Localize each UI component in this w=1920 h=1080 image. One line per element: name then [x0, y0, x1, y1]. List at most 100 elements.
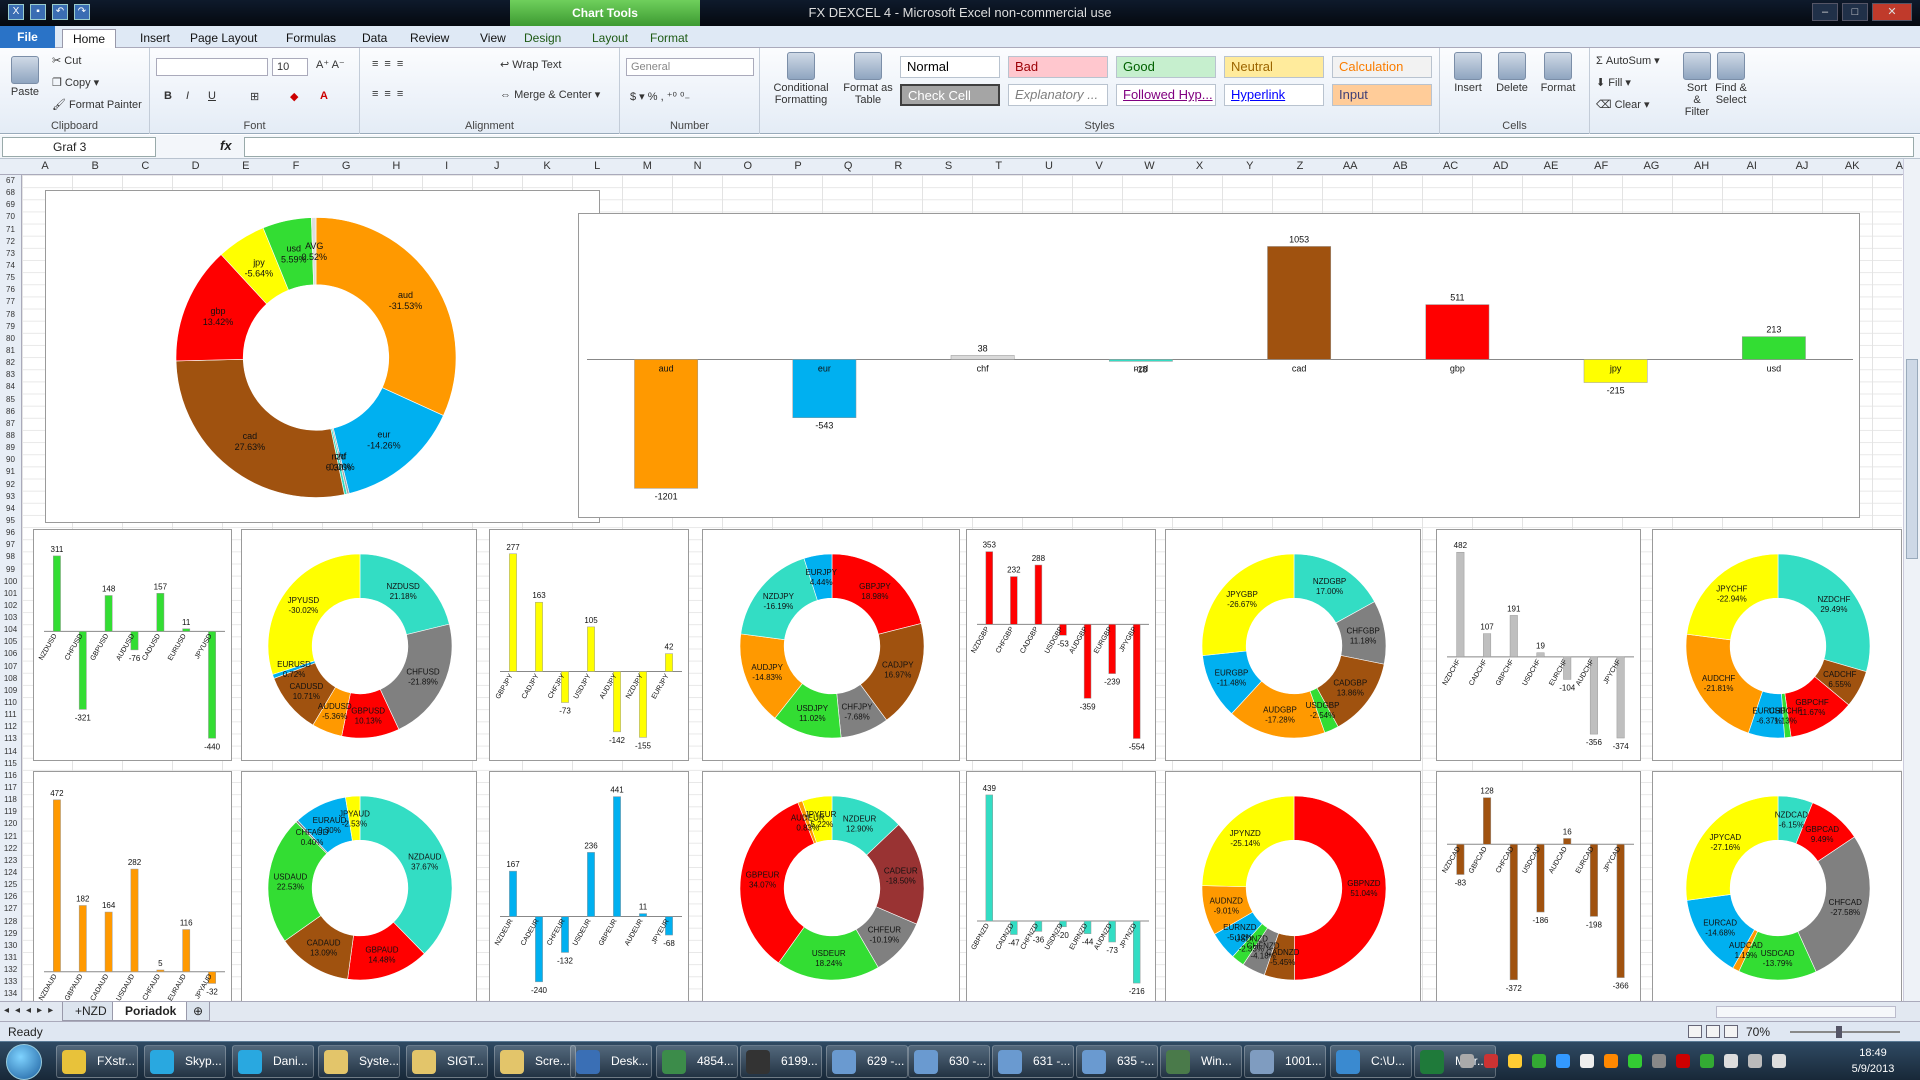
row-header[interactable]: 79	[0, 321, 21, 333]
pie-slice-aud[interactable]	[315, 217, 457, 416]
row-header[interactable]: 80	[0, 333, 21, 345]
bar-eurjpy[interactable]	[665, 653, 673, 672]
row-header[interactable]: 75	[0, 272, 21, 284]
column-header-e[interactable]: E	[223, 160, 269, 172]
chart-eur-pie[interactable]: NZDEUR 12.90% CADEUR -18.50% CHFEUR -10.19% US…	[702, 771, 960, 1001]
column-header-m[interactable]: M	[624, 160, 670, 172]
row-header[interactable]: 111	[0, 709, 21, 721]
tray-icon[interactable]	[1460, 1054, 1474, 1068]
row-header[interactable]: 117	[0, 782, 21, 794]
format-painter-button[interactable]: 🖌 Format Painter	[52, 98, 142, 111]
style-normal[interactable]: Normal	[900, 56, 1000, 78]
row-header[interactable]: 119	[0, 806, 21, 818]
style-explanatory-[interactable]: Explanatory ...	[1008, 84, 1108, 106]
column-header-ak[interactable]: AK	[1829, 160, 1875, 172]
row-header[interactable]: 96	[0, 527, 21, 539]
cut-button[interactable]: ✂ Cut	[52, 54, 81, 67]
sheet-nav-arrows[interactable]: ◂◂◂▸▸	[4, 1005, 59, 1016]
bar-cadgbp[interactable]	[1034, 564, 1043, 625]
zoom-slider-handle[interactable]	[1836, 1026, 1842, 1038]
tab-review[interactable]: Review	[400, 29, 459, 48]
maximize-button[interactable]: □	[1842, 3, 1868, 21]
new-sheet-icon[interactable]: ⊕	[186, 1002, 211, 1021]
column-header-r[interactable]: R	[875, 160, 921, 172]
taskbar-item-c-u[interactable]: C:\U...	[1330, 1045, 1412, 1078]
row-header[interactable]: 69	[0, 199, 21, 211]
scroll-thumb[interactable]	[1906, 359, 1918, 559]
chart-total-pie[interactable]: aud -31.53% eur -14.26% chf -0.00% nzd 0.30% cad…	[45, 190, 600, 523]
row-header[interactable]: 102	[0, 600, 21, 612]
bar-gbpchf[interactable]	[1509, 615, 1518, 658]
style-bad[interactable]: Bad	[1008, 56, 1108, 78]
column-header-n[interactable]: N	[675, 160, 721, 172]
row-header[interactable]: 133	[0, 976, 21, 988]
bar-aud[interactable]	[634, 359, 699, 489]
bar-cadchf[interactable]	[1483, 633, 1492, 658]
column-header-aa[interactable]: AA	[1327, 160, 1373, 172]
row-header[interactable]: 118	[0, 794, 21, 806]
bar-chf[interactable]	[950, 355, 1015, 360]
insert-cells-button[interactable]: Insert	[1448, 52, 1488, 94]
row-header[interactable]: 104	[0, 624, 21, 636]
row-header[interactable]: 87	[0, 418, 21, 430]
tab-file[interactable]: File	[0, 26, 55, 48]
border-icon[interactable]: ⊞	[250, 90, 259, 103]
column-header-a[interactable]: A	[22, 160, 68, 172]
bar-nzdeur[interactable]	[509, 870, 517, 917]
row-header[interactable]: 105	[0, 636, 21, 648]
conditional-formatting-button[interactable]: Conditional Formatting	[766, 52, 836, 106]
name-box[interactable]: Graf 3	[2, 137, 156, 157]
find-select-button[interactable]: Find & Select	[1714, 52, 1748, 106]
chart-jpy-bar[interactable]: 277 GBPJPY 163 CADJPY -73 CHFJPY 105 USDJPY -142…	[489, 529, 689, 761]
row-header[interactable]: 72	[0, 236, 21, 248]
paste-button[interactable]: Paste	[8, 56, 42, 98]
row-header[interactable]: 103	[0, 612, 21, 624]
bar-nzdgbp[interactable]	[985, 551, 993, 625]
formula-input[interactable]	[244, 137, 1914, 157]
row-header[interactable]: 71	[0, 224, 21, 236]
row-header[interactable]: 70	[0, 211, 21, 223]
font-size-box[interactable]: 10	[272, 58, 308, 76]
sheet-tab-poriadok[interactable]: Poriadok	[112, 1002, 190, 1021]
row-header[interactable]: 110	[0, 697, 21, 709]
tab-format[interactable]: Format	[640, 29, 698, 48]
number-format-box[interactable]: General	[626, 58, 754, 76]
bar-usdeur[interactable]	[587, 852, 595, 917]
chart-nzd-pie[interactable]: GBPNZD 51.04% CADNZD -5.45% CHFNZD -4.18% USDN…	[1165, 771, 1421, 1001]
column-header-l[interactable]: L	[574, 160, 620, 172]
bar-nzdchf[interactable]	[1456, 551, 1465, 658]
row-header[interactable]: 88	[0, 430, 21, 442]
font-grow-icon[interactable]: A⁺ A⁻	[316, 58, 345, 71]
column-header-f[interactable]: F	[273, 160, 319, 172]
bar-usd[interactable]	[1741, 336, 1806, 360]
worksheet-grid[interactable]: aud -31.53% eur -14.26% chf -0.00% nzd 0.30% cad…	[22, 175, 1902, 1001]
tab-insert[interactable]: Insert	[130, 29, 180, 48]
bold-button[interactable]: B	[164, 90, 172, 102]
row-header[interactable]: 97	[0, 539, 21, 551]
column-header-s[interactable]: S	[926, 160, 972, 172]
chart-usd-bar[interactable]: 311 NZDUSD -321 CHFUSD 148 GBPUSD -76 AUDUSD 157…	[33, 529, 232, 761]
row-header[interactable]: 132	[0, 964, 21, 976]
column-header-ab[interactable]: AB	[1377, 160, 1423, 172]
clock[interactable]: 18:49 5/9/2013	[1838, 1045, 1908, 1077]
taskbar-item-fxstr[interactable]: FXstr...	[56, 1045, 138, 1078]
clear-button[interactable]: ⌫ Clear ▾	[1596, 98, 1650, 111]
tab-layout[interactable]: Layout	[582, 29, 638, 48]
row-header[interactable]: 108	[0, 673, 21, 685]
column-header-ac[interactable]: AC	[1428, 160, 1474, 172]
style-neutral[interactable]: Neutral	[1224, 56, 1324, 78]
taskbar-item-635[interactable]: 635 -...	[1076, 1045, 1158, 1078]
bar-gbp[interactable]	[1425, 304, 1490, 360]
row-header[interactable]: 128	[0, 916, 21, 928]
tray-icon[interactable]	[1556, 1054, 1570, 1068]
row-header[interactable]: 83	[0, 369, 21, 381]
pie-slice-cad[interactable]	[175, 358, 345, 498]
column-header-p[interactable]: P	[775, 160, 821, 172]
minimize-button[interactable]: –	[1812, 3, 1838, 21]
chart-aud-bar[interactable]: 472 NZDAUD 182 GBPAUD 164 CADAUD 282 USDAUD 5 CHF…	[33, 771, 232, 1001]
row-header[interactable]: 109	[0, 685, 21, 697]
bar-cadjpy[interactable]	[535, 601, 543, 672]
row-header[interactable]: 91	[0, 466, 21, 478]
row-header[interactable]: 98	[0, 551, 21, 563]
column-header-aj[interactable]: AJ	[1779, 160, 1825, 172]
